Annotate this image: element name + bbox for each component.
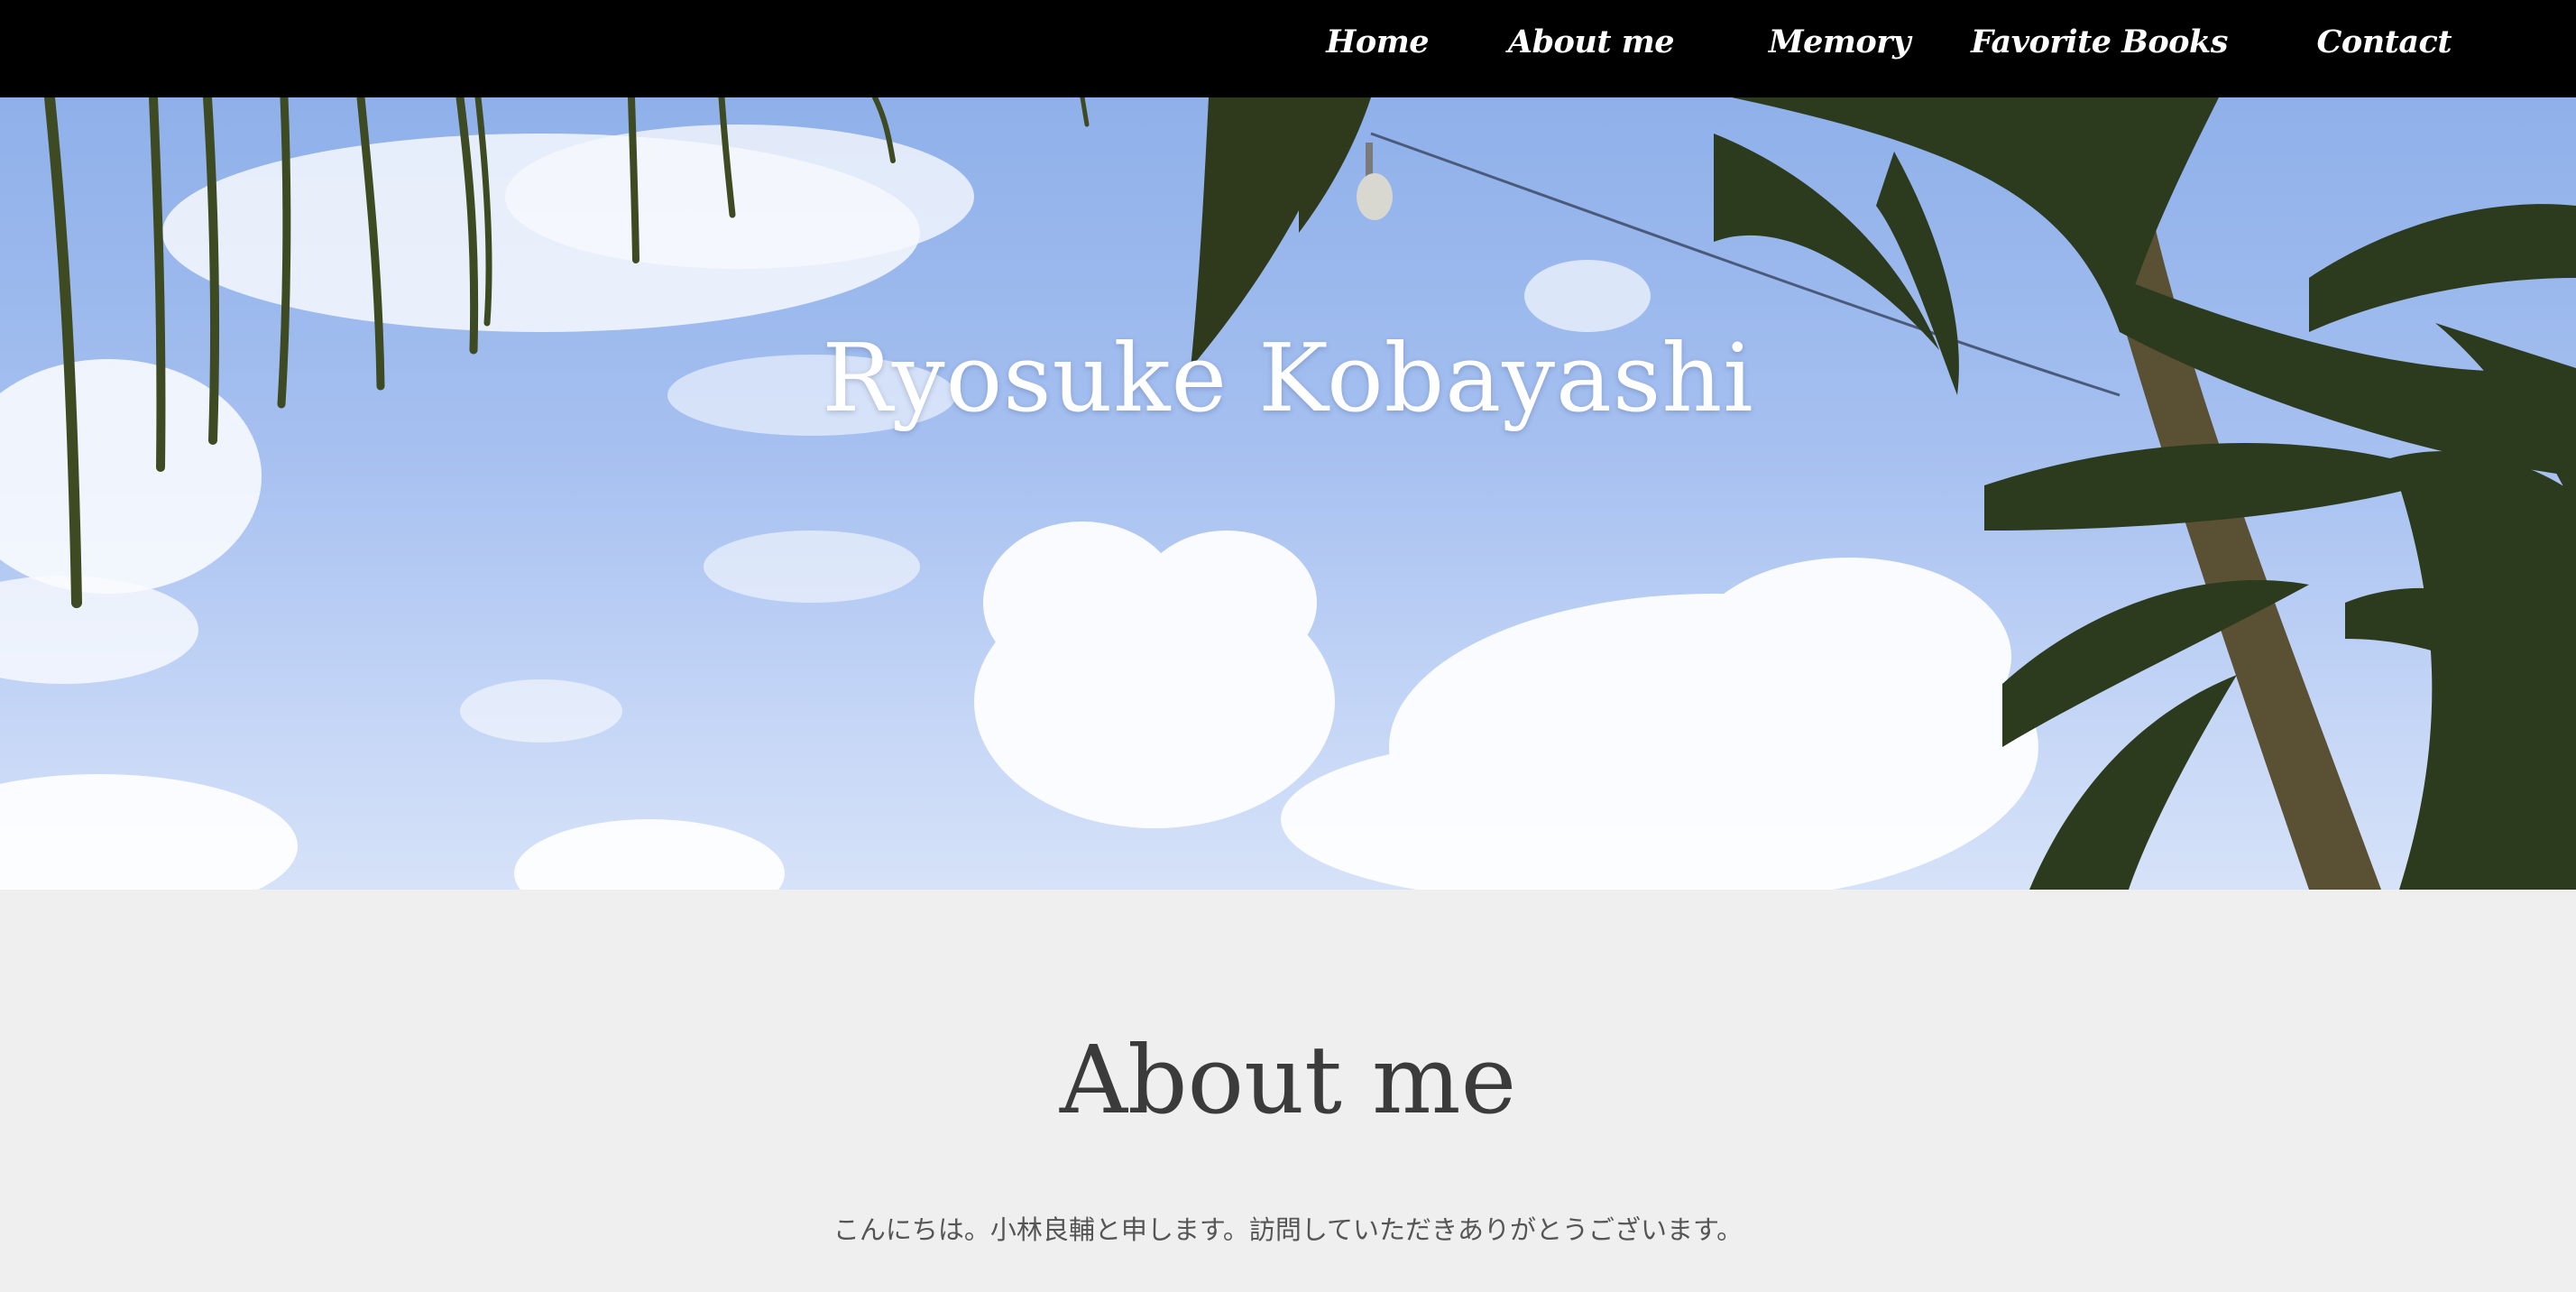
about-section: About me こんにちは。小林良輔と申します。訪問していただきありがとうござ… [0, 890, 2576, 1292]
hero-background-image [0, 97, 2576, 890]
nav-home-link[interactable]: Home [1326, 23, 1429, 60]
nav-contact-link[interactable]: Contact [2317, 23, 2452, 60]
hero-title: Ryosuke Kobayashi [822, 323, 1754, 433]
about-intro-text: こんにちは。小林良輔と申します。訪問していただきありがとうございます。 [833, 1214, 1743, 1245]
clouds [0, 125, 2038, 890]
top-navbar: Home About me Memory Favorite Books Cont… [0, 0, 2576, 97]
nav-memory-link[interactable]: Memory [1769, 23, 1911, 60]
nav-favorite-books-link[interactable]: Favorite Books [1971, 23, 2228, 60]
about-heading: About me [1059, 1025, 1517, 1135]
hero-banner: Ryosuke Kobayashi [0, 97, 2576, 890]
nav-about-me-link[interactable]: About me [1508, 23, 1675, 60]
